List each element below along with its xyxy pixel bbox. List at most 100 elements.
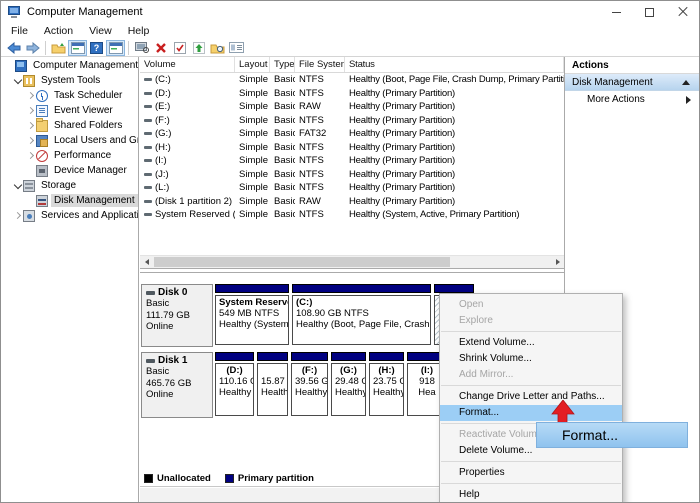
menu-separator xyxy=(441,483,621,484)
column-header-filesystem[interactable]: File System xyxy=(295,57,345,72)
volume-icon xyxy=(144,78,152,81)
menu-action[interactable]: Action xyxy=(36,23,81,39)
tree-item-performance[interactable]: Performance xyxy=(1,148,138,163)
delete-icon[interactable] xyxy=(151,40,170,56)
folder-up-icon[interactable] xyxy=(49,40,68,56)
menu-separator xyxy=(441,385,621,386)
volume-icon xyxy=(144,119,152,122)
help-icon[interactable]: ? xyxy=(87,40,106,56)
computer-icon xyxy=(15,60,27,72)
tree-item-computer-management[interactable]: Computer Management (Local xyxy=(1,58,138,73)
menu-item-explore[interactable]: Explore xyxy=(440,313,622,329)
table-row[interactable]: (L:)SimpleBasicNTFSHealthy (Primary Part… xyxy=(140,181,564,195)
tree-item-disk-management[interactable]: Disk Management xyxy=(1,193,138,208)
minimize-button[interactable] xyxy=(600,1,633,23)
column-header-status[interactable]: Status xyxy=(345,57,564,72)
chevron-right-icon[interactable] xyxy=(26,136,36,146)
table-row[interactable]: (G:)SimpleBasicFAT32Healthy (Primary Par… xyxy=(140,127,564,141)
close-icon xyxy=(678,7,688,17)
column-header-volume[interactable]: Volume xyxy=(140,57,235,72)
menu-separator xyxy=(441,461,621,462)
disk-size: 465.76 GB xyxy=(146,378,208,390)
partition-d[interactable]: (D:) 110.16 G Healthy xyxy=(215,352,254,418)
tree-item-shared-folders[interactable]: Shared Folders xyxy=(1,118,138,133)
tree-item-task-scheduler[interactable]: Task Scheduler xyxy=(1,88,138,103)
horizontal-scrollbar[interactable] xyxy=(140,255,564,268)
tree-item-system-tools[interactable]: System Tools xyxy=(1,73,138,88)
table-row[interactable]: (F:)SimpleBasicNTFSHealthy (Primary Part… xyxy=(140,114,564,128)
disk-icon xyxy=(146,291,155,295)
tree-item-services-applications[interactable]: Services and Applications xyxy=(1,208,138,223)
table-row[interactable]: (H:)SimpleBasicNTFSHealthy (Primary Part… xyxy=(140,141,564,155)
chevron-down-icon[interactable] xyxy=(13,76,23,86)
chevron-right-icon[interactable] xyxy=(26,151,36,161)
tree-item-device-manager[interactable]: Device Manager xyxy=(1,163,138,178)
partition-f[interactable]: (F:) 39.56 G Healthy xyxy=(291,352,328,418)
menu-item-change-drive-letter[interactable]: Change Drive Letter and Paths... xyxy=(440,389,622,405)
tree-item-storage[interactable]: Storage xyxy=(1,178,138,193)
properties-icon[interactable] xyxy=(227,40,246,56)
primary-partition-band xyxy=(215,352,254,361)
disk-status: Online xyxy=(146,321,208,333)
collapse-icon[interactable] xyxy=(682,80,690,85)
menu-item-help[interactable]: Help xyxy=(440,487,622,503)
partition-unlabeled[interactable]: 15.87 ( Health xyxy=(257,352,288,418)
menu-view[interactable]: View xyxy=(81,23,120,39)
menu-item-extend-volume[interactable]: Extend Volume... xyxy=(440,335,622,351)
chevron-right-icon[interactable] xyxy=(26,106,36,116)
menu-item-format[interactable]: Format... xyxy=(440,405,622,421)
actions-group-disk-management[interactable]: Disk Management xyxy=(565,74,699,91)
tree-item-event-viewer[interactable]: Event Viewer xyxy=(1,103,138,118)
context-menu: Open Explore Extend Volume... Shrink Vol… xyxy=(439,293,623,503)
disk0-label-cell[interactable]: Disk 0 Basic 111.79 GB Online xyxy=(141,284,213,347)
partition-g[interactable]: (G:) 29.48 G Healthy xyxy=(331,352,366,418)
menu-item-open[interactable]: Open xyxy=(440,297,622,313)
forward-icon[interactable] xyxy=(23,40,42,56)
volume-icon xyxy=(144,132,152,135)
table-row[interactable]: (Disk 1 partition 2)SimpleBasicRAWHealth… xyxy=(140,195,564,209)
table-row[interactable]: (D:)SimpleBasicNTFSHealthy (Primary Part… xyxy=(140,87,564,101)
chevron-down-icon[interactable] xyxy=(13,181,23,191)
folder-search-icon[interactable] xyxy=(208,40,227,56)
chevron-right-icon[interactable] xyxy=(13,211,23,221)
menu-item-properties[interactable]: Properties xyxy=(440,465,622,481)
upload-icon[interactable] xyxy=(189,40,208,56)
back-icon[interactable] xyxy=(4,40,23,56)
scroll-left-icon[interactable] xyxy=(140,256,153,268)
column-header-type[interactable]: Type xyxy=(270,57,295,72)
scrollbar-thumb[interactable] xyxy=(154,257,450,267)
table-row[interactable]: (C:)SimpleBasicNTFSHealthy (Boot, Page F… xyxy=(140,73,564,87)
menu-help[interactable]: Help xyxy=(120,23,158,39)
console-window-icon[interactable] xyxy=(68,40,87,56)
table-row[interactable]: System Reserved (K:)SimpleBasicNTFSHealt… xyxy=(140,208,564,222)
disk-type: Basic xyxy=(146,298,208,310)
menu-file[interactable]: File xyxy=(3,23,36,39)
table-row[interactable]: (E:)SimpleBasicRAWHealthy (Primary Parti… xyxy=(140,100,564,114)
chevron-right-icon[interactable] xyxy=(26,121,36,131)
table-row[interactable]: (J:)SimpleBasicNTFSHealthy (Primary Part… xyxy=(140,168,564,182)
maximize-button[interactable] xyxy=(633,1,666,23)
disk1-label-cell[interactable]: Disk 1 Basic 465.76 GB Online xyxy=(141,352,213,418)
device-manager-icon xyxy=(36,165,48,177)
chevron-right-icon[interactable] xyxy=(26,91,36,101)
tree-item-local-users-groups[interactable]: Local Users and Groups xyxy=(1,133,138,148)
column-header-layout[interactable]: Layout xyxy=(235,57,270,72)
svg-text:?: ? xyxy=(94,43,100,53)
partition-h[interactable]: (H:) 23.75 G Healthy xyxy=(369,352,404,418)
task-scheduler-icon xyxy=(36,90,48,102)
close-button[interactable] xyxy=(666,1,699,23)
users-icon xyxy=(36,135,48,147)
partition-c[interactable]: (C:) 108.90 GB NTFS Healthy (Boot, Page … xyxy=(292,284,431,347)
volume-icon xyxy=(144,173,152,176)
console-window-icon-2[interactable] xyxy=(106,40,125,56)
menu-item-shrink-volume[interactable]: Shrink Volume... xyxy=(440,351,622,367)
table-row[interactable]: (I:)SimpleBasicNTFSHealthy (Primary Part… xyxy=(140,154,564,168)
menu-item-add-mirror[interactable]: Add Mirror... xyxy=(440,367,622,383)
search-computer-icon[interactable] xyxy=(132,40,151,56)
partition-system-reserved[interactable]: System Reserve 549 MB NTFS Healthy (Syst… xyxy=(215,284,289,347)
menubar: File Action View Help xyxy=(1,23,699,39)
checklist-icon[interactable] xyxy=(170,40,189,56)
scroll-right-icon[interactable] xyxy=(551,256,564,268)
system-tools-icon xyxy=(23,75,35,87)
more-actions[interactable]: More Actions xyxy=(565,91,699,108)
